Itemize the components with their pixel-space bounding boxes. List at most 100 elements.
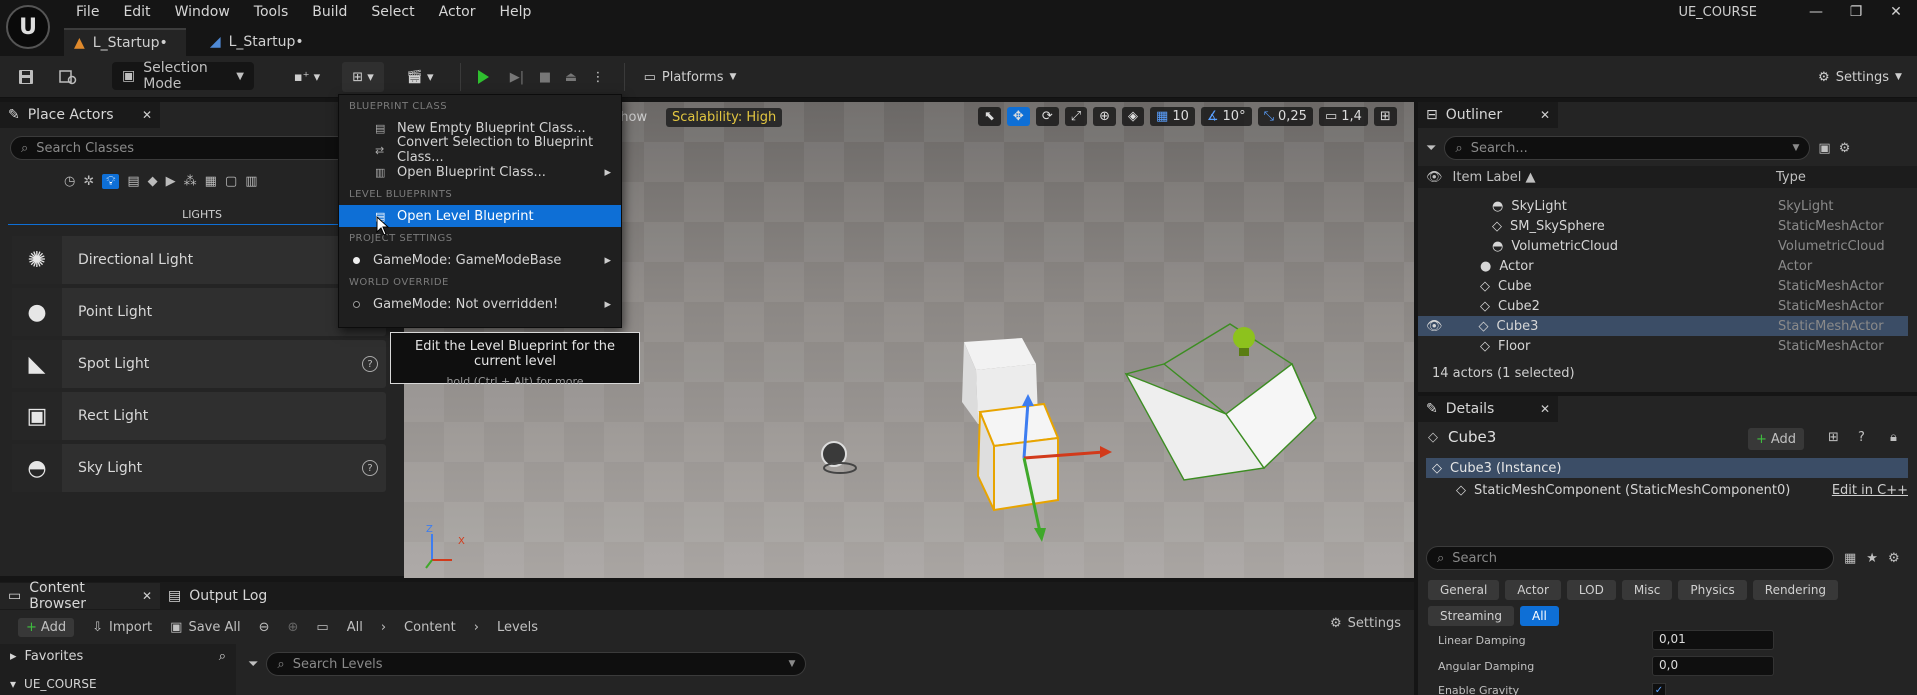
recent-icon[interactable]: ◷ [64,174,75,189]
help-icon[interactable]: ? [362,356,378,372]
category-misc[interactable]: Misc [1621,580,1673,600]
visual-effects-icon[interactable]: ◆ [148,174,158,189]
component-row[interactable]: ◇ StaticMeshComponent (StaticMeshCompone… [1426,480,1908,500]
play-button[interactable] [470,62,496,92]
favorites-section[interactable]: ▸ Favorites ⌕ [0,644,236,668]
project-section[interactable]: ▾ UE_COURSE [0,674,236,694]
back-icon[interactable]: ⊖ [259,620,270,635]
scale-snap-toggle[interactable]: ⤡ 0,25 [1257,107,1313,126]
search-icon[interactable]: ⌕ [219,649,226,664]
close-icon[interactable]: ✕ [142,108,152,122]
category-physics[interactable]: Physics [1678,580,1747,600]
angular-damping-input[interactable]: 0,0 [1652,656,1774,676]
outliner-row-selected[interactable]: 👁︎ ◇ Cube3 StaticMeshActor [1418,316,1908,336]
outliner-row[interactable]: ◓ SkyLight SkyLight [1418,196,1908,216]
instance-row[interactable]: ◇ Cube3 (Instance) [1426,458,1908,478]
rotate-tool-icon[interactable]: ⟳ [1035,107,1059,126]
add-actor-button[interactable]: ▪⁺ ▾ [288,62,326,92]
visibility-icon[interactable]: 👁︎ [1426,319,1443,334]
rotation-snap-toggle[interactable]: ∡ 10° [1200,107,1252,126]
menu-actor[interactable]: Actor [427,1,488,23]
content-browser-tab[interactable]: ▭ Content Browser ✕ [0,580,160,612]
search-classes-input[interactable]: ⌕ Search Classes [10,136,394,160]
world-space-icon[interactable]: ⊕ [1093,107,1117,126]
star-icon[interactable]: ★ [1866,551,1878,566]
outliner-row[interactable]: ◇ SM_SkySphere StaticMeshActor [1418,216,1908,236]
actor-directional-light[interactable]: ✺ Directional Light [12,236,386,284]
category-streaming[interactable]: Streaming [1428,606,1514,626]
actor-sky-light[interactable]: ◓ Sky Light ? [12,444,386,492]
close-icon[interactable]: ✕ [1540,402,1550,416]
content-icon[interactable] [56,62,80,92]
selection-mode-dropdown[interactable]: ▣ Selection Mode ▼ [112,60,254,92]
menu-file[interactable]: File [64,1,111,23]
help-icon[interactable]: ? [1858,430,1865,445]
content-settings-button[interactable]: ⚙ Settings [1330,616,1401,631]
path-levels[interactable]: Levels [497,620,538,635]
blueprint-button[interactable]: ⊞ ▾ [342,62,384,92]
open-blueprint-class-item[interactable]: ▥ Open Blueprint Class... ▸ [339,161,621,183]
gear-icon[interactable]: ⚙ [1839,141,1851,156]
volumes-icon[interactable]: ⁂ [184,174,197,189]
tab-level-blueprint[interactable]: ◢ L_Startup• [200,28,322,56]
lock-icon[interactable]: 🔒︎ [1890,430,1897,445]
outliner-row[interactable]: ◇ Floor StaticMeshActor [1418,336,1908,356]
actor-spot-light[interactable]: ◣ Spot Light ? [12,340,386,388]
path-content[interactable]: Content [404,620,456,635]
move-tool-icon[interactable]: ✥ [1006,107,1030,126]
actor-rect-light[interactable]: ▣ Rect Light [12,392,386,440]
settings-button[interactable]: ⚙ Settings ▼ [1814,62,1906,92]
details-tab[interactable]: ✎ Details ✕ [1418,396,1558,422]
enable-gravity-checkbox[interactable]: ✓ [1652,683,1666,695]
edit-cpp-link[interactable]: Edit in C++ [1832,483,1908,498]
place-actors-tab[interactable]: ✎ Place Actors ✕ [0,102,160,128]
add-component-button[interactable]: + Add [1748,428,1804,450]
menu-select[interactable]: Select [359,1,426,23]
select-tool-icon[interactable]: ⬉ [978,107,1001,126]
surface-snap-icon[interactable]: ◈ [1122,107,1145,126]
help-icon[interactable]: ? [362,460,378,476]
menu-tools[interactable]: Tools [242,1,301,23]
basic-icon[interactable]: ✲ [83,174,94,189]
geometry-icon[interactable]: ▢ [225,174,237,189]
close-icon[interactable]: ✕ [1540,108,1550,122]
search-levels-input[interactable]: ⌕ Search Levels ▼ [266,652,807,676]
new-folder-icon[interactable]: ▣ [1818,141,1830,156]
scalability-menu[interactable]: Scalability: High [666,108,783,127]
menu-help[interactable]: Help [487,1,543,23]
eject-button[interactable]: ⏏ [558,62,584,92]
close-window-button[interactable]: ✕ [1881,4,1911,20]
minimize-button[interactable]: — [1801,4,1831,20]
outliner-tab[interactable]: ⊟ Outliner ✕ [1418,102,1558,128]
forward-icon[interactable]: ⊕ [288,620,299,635]
actor-point-light[interactable]: ● Point Light [12,288,386,336]
outliner-row[interactable]: ● Actor Actor [1418,256,1908,276]
gamemode-world-item[interactable]: GameMode: Not overridden! ▸ [339,293,621,315]
filter-icon[interactable]: ⏷ [1426,141,1436,156]
layout-icon[interactable]: ⊞ [1373,107,1397,126]
close-icon[interactable]: ✕ [142,589,152,603]
menu-window[interactable]: Window [163,1,242,23]
all-classes-icon[interactable]: ▦ [205,174,217,189]
shapes-icon[interactable]: ▤ [127,174,139,189]
menu-edit[interactable]: Edit [111,1,162,23]
linear-damping-input[interactable]: 0,01 [1652,630,1774,650]
outliner-row[interactable]: ◇ Cube2 StaticMeshActor [1418,296,1908,316]
unreal-logo-icon[interactable]: U [6,5,50,49]
restore-button[interactable]: ❐ [1841,4,1871,20]
outliner-row[interactable]: ◇ Cube StaticMeshActor [1418,276,1908,296]
convert-selection-item[interactable]: ⇄ Convert Selection to Blueprint Class..… [339,135,621,165]
advance-frame-button[interactable]: ▶| [504,62,530,92]
category-lod[interactable]: LOD [1566,580,1616,600]
platforms-dropdown[interactable]: ▭ Platforms ▼ [640,62,740,92]
gamemode-project-item[interactable]: GameMode: GameModeBase ▸ [339,249,621,271]
folder-icon[interactable]: ▭ [316,620,328,635]
tab-level-editor[interactable]: ▲ L_Startup• [64,28,186,56]
gear-icon[interactable]: ⚙ [1888,551,1900,566]
blueprint-icon[interactable]: ⊞ [1828,430,1839,445]
output-log-tab[interactable]: ▤ Output Log [160,583,280,609]
category-general[interactable]: General [1428,580,1500,600]
scale-tool-icon[interactable]: ⤢ [1064,107,1088,126]
import-button[interactable]: ⇩ Import [92,620,152,635]
grid-snap-toggle[interactable]: ▦ 10 [1150,107,1195,126]
